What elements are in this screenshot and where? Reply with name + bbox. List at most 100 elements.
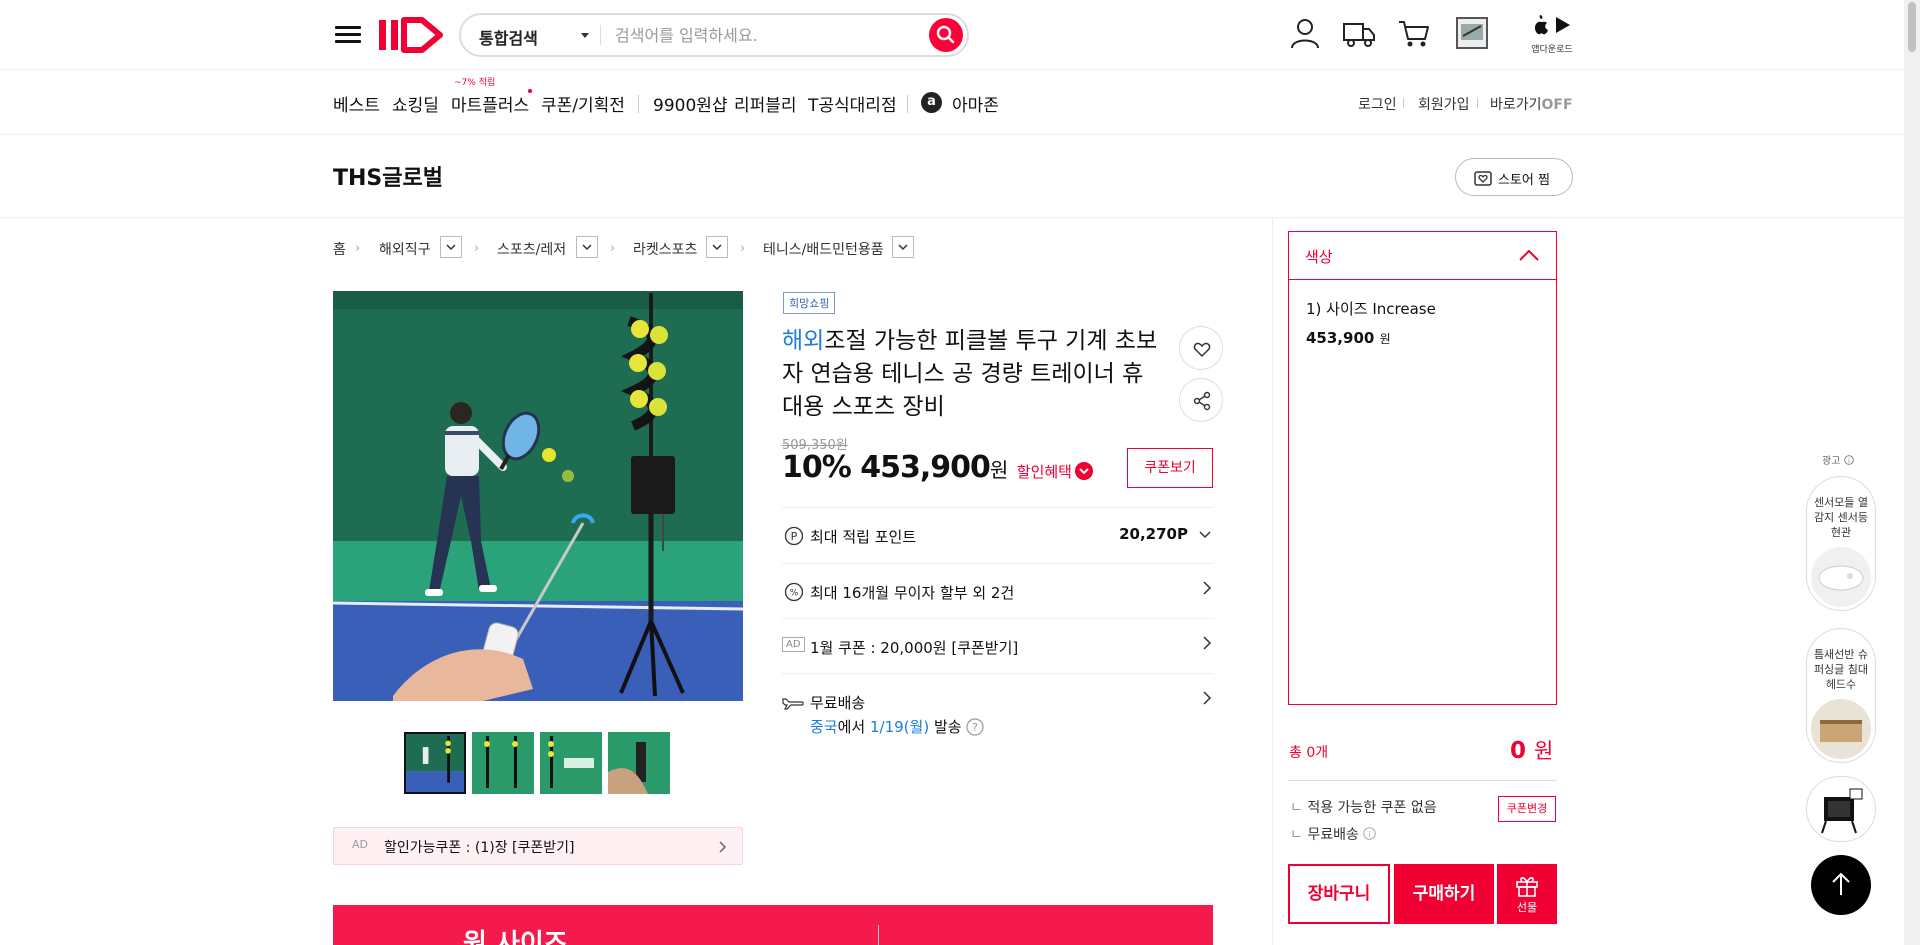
- sale-price: 10% 453,900원 할인혜택: [782, 450, 1093, 485]
- buy-now-button[interactable]: 구매하기: [1394, 864, 1494, 924]
- jan-coupon-row[interactable]: AD 1월 쿠폰 : 20,000원 [쿠폰받기]: [782, 618, 1214, 673]
- wishlist-button[interactable]: [1179, 326, 1223, 370]
- nav-best[interactable]: 베스트: [333, 91, 380, 116]
- nav-amazon[interactable]: 아마존: [952, 91, 999, 116]
- breadcrumb-sports[interactable]: 스포츠/레저: [497, 239, 566, 259]
- divider: [1477, 98, 1478, 108]
- product-main-image[interactable]: [333, 291, 743, 701]
- coupon-bar-text: 할인가능쿠폰 : (1)장 [쿠폰받기]: [384, 840, 575, 856]
- app-download-label: 앱다운로드: [1531, 45, 1573, 55]
- divider: [1288, 780, 1557, 781]
- cart-icon[interactable]: [1397, 16, 1431, 50]
- nav-shocking-deal[interactable]: 쇼킹딜: [392, 91, 439, 116]
- recent-product-thumbnail[interactable]: [1455, 16, 1489, 50]
- new-dot: [528, 89, 532, 93]
- option-item[interactable]: 1) 사이즈 Increase: [1306, 298, 1436, 319]
- logo[interactable]: [376, 14, 448, 56]
- coupon-bar[interactable]: AD 할인가능쿠폰 : (1)장 [쿠폰받기]: [333, 827, 743, 865]
- product-thumbnail-3[interactable]: [540, 732, 602, 794]
- promo-banner[interactable]: 원 사이즈: [333, 905, 1213, 945]
- option-price-value: 453,900: [1306, 329, 1375, 347]
- scrollbar-thumb[interactable]: [1908, 2, 1916, 52]
- discount-rate: 10%: [782, 450, 852, 485]
- nav-9900-shop[interactable]: 9900원샵: [653, 91, 728, 116]
- installment-row[interactable]: % 최대 16개월 무이자 할부 외 2건: [782, 563, 1214, 618]
- search-icon: [936, 25, 955, 44]
- help-icon[interactable]: ?: [966, 718, 984, 736]
- chevron-down-circle-icon: [1074, 462, 1093, 480]
- option-price: 453,900 원: [1306, 329, 1391, 347]
- menu-icon[interactable]: [335, 22, 361, 48]
- add-to-cart-button[interactable]: 장바구니: [1288, 864, 1390, 924]
- ad-tag: AD: [782, 637, 805, 652]
- promo-text: 원 사이즈: [463, 929, 568, 945]
- gift-icon: [1516, 877, 1538, 897]
- points-row[interactable]: P 최대 적립 포인트 20,270P: [782, 507, 1214, 562]
- svg-text:i: i: [1369, 830, 1371, 839]
- mart-plus-badge: ~7% 적립: [454, 78, 496, 88]
- breadcrumb-dropdown[interactable]: [440, 236, 462, 258]
- user-icon[interactable]: [1288, 16, 1322, 50]
- product-thumbnail-2[interactable]: [472, 732, 534, 794]
- search-button[interactable]: [929, 18, 963, 52]
- product-thumbnail-4[interactable]: [608, 732, 670, 794]
- info-icon[interactable]: i: [1843, 455, 1854, 465]
- ad-card-1-text: 센서모들 열감지 센서등 현관: [1813, 496, 1869, 539]
- search-scope-select[interactable]: 통합검색: [479, 25, 538, 49]
- option-panel: 색상 1) 사이즈 Increase 453,900 원: [1288, 231, 1557, 705]
- global-nav: 베스트 쇼킹딜 마트플러스 ~7% 적립 쿠폰/기획전 9900원샵 리퍼블리 …: [0, 71, 1904, 135]
- breadcrumb-dropdown[interactable]: [576, 236, 598, 258]
- login-link[interactable]: 로그인: [1358, 94, 1397, 114]
- no-coupon-label: 적용 가능한 쿠폰 없음: [1307, 800, 1437, 816]
- breadcrumb-overseas[interactable]: 해외직구: [379, 239, 431, 259]
- product-thumbnail-1[interactable]: [404, 732, 466, 794]
- amazon-icon: a: [921, 92, 942, 113]
- ad-card-3-image: [1821, 788, 1863, 834]
- free-ship-label: 무료배송: [1307, 827, 1359, 843]
- divider: [878, 925, 879, 945]
- nav-t-official[interactable]: T공식대리점: [808, 91, 897, 116]
- search-input[interactable]: [615, 21, 915, 49]
- nav-mart-plus[interactable]: 마트플러스: [451, 91, 529, 116]
- store-name[interactable]: THS글로벌: [333, 160, 443, 192]
- nav-refurbly[interactable]: 리퍼블리: [734, 91, 797, 116]
- ship-schedule: 중국에서 1/19(월) 발송 ?: [810, 716, 984, 737]
- breadcrumb-racket[interactable]: 라켓스포츠: [633, 239, 697, 259]
- gift-label: 선물: [1516, 901, 1538, 914]
- breadcrumb-dropdown[interactable]: [892, 236, 914, 258]
- store-like-button[interactable]: 스토어 찜: [1455, 158, 1573, 196]
- discount-benefit[interactable]: 할인혜택: [1017, 462, 1093, 481]
- total-amount-value: 0: [1510, 738, 1527, 764]
- share-icon: [1193, 391, 1211, 411]
- delivery-truck-icon[interactable]: [1342, 16, 1376, 50]
- ad-card-1[interactable]: 센서모들 열감지 센서등 현관: [1806, 476, 1876, 611]
- chevron-right-icon: [719, 841, 727, 853]
- signup-link[interactable]: 회원가입: [1418, 94, 1470, 114]
- points-label: 최대 적립 포인트: [810, 528, 917, 546]
- breadcrumb-dropdown[interactable]: [706, 236, 728, 258]
- breadcrumb-tennis[interactable]: 테니스/배드민턴용품: [763, 239, 884, 259]
- app-store-icon: [1535, 15, 1570, 35]
- nav-coupon-event[interactable]: 쿠폰/기획전: [541, 91, 625, 116]
- shortcut-link[interactable]: 바로가기OFF: [1490, 94, 1573, 114]
- coupon-view-button[interactable]: 쿠폰보기: [1127, 448, 1213, 488]
- scrollbar[interactable]: [1904, 0, 1920, 945]
- caret-down-icon[interactable]: [581, 33, 589, 38]
- shipping-row[interactable]: 무료배송 중국에서 1/19(월) 발송 ?: [782, 673, 1214, 753]
- gift-button[interactable]: 선물: [1497, 864, 1557, 924]
- ship-origin: 중국: [810, 718, 838, 736]
- ad-card-2[interactable]: 틈새선반 슈퍼싱글 침대헤드수: [1806, 628, 1876, 763]
- svg-text:?: ?: [972, 721, 978, 734]
- breadcrumb-home[interactable]: 홈: [333, 239, 346, 259]
- app-download[interactable]: 앱다운로드: [1528, 14, 1576, 55]
- arrow-up-icon: [1832, 872, 1850, 895]
- scroll-top-button[interactable]: [1811, 855, 1871, 915]
- jan-coupon-label: 1월 쿠폰 : 20,000원 [쿠폰받기]: [810, 639, 1019, 657]
- info-icon[interactable]: i: [1363, 827, 1377, 840]
- svg-text:P: P: [791, 530, 798, 543]
- share-button[interactable]: [1179, 378, 1223, 422]
- coupon-change-button[interactable]: 쿠폰변경: [1498, 796, 1556, 822]
- ad-card-3[interactable]: [1806, 776, 1876, 842]
- option-header[interactable]: 색상: [1289, 232, 1556, 280]
- airplane-icon: [782, 698, 804, 710]
